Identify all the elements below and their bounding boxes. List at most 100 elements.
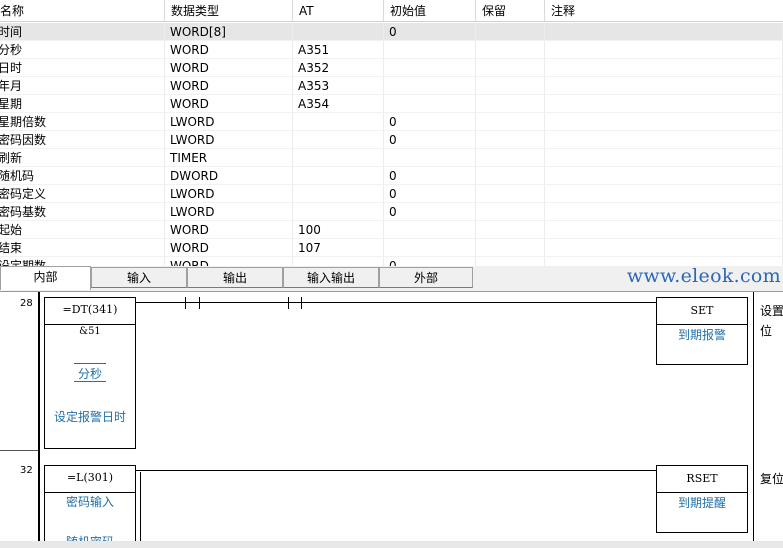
- cell-name[interactable]: 密码因数: [0, 131, 165, 149]
- cell-name[interactable]: 日时: [0, 59, 165, 77]
- cell-datatype[interactable]: WORD: [165, 41, 293, 59]
- column-header-name[interactable]: 名称: [0, 0, 165, 21]
- cell-at[interactable]: [293, 203, 384, 221]
- reset-coil-block[interactable]: RSET 到期提醒: [656, 465, 748, 533]
- cell-datatype[interactable]: WORD[8]: [165, 23, 293, 41]
- table-row[interactable]: 星期 WORD A354: [0, 95, 783, 113]
- cell-datatype[interactable]: WORD: [165, 95, 293, 113]
- cell-retain[interactable]: [476, 239, 545, 257]
- cell-name[interactable]: 星期倍数: [0, 113, 165, 131]
- column-header-initial-value[interactable]: 初始值: [384, 0, 476, 21]
- cell-name[interactable]: 设定期数: [0, 257, 165, 266]
- cell-retain[interactable]: [476, 41, 545, 59]
- cell-initial-value[interactable]: [384, 41, 476, 59]
- cell-datatype[interactable]: WORD: [165, 77, 293, 95]
- cell-retain[interactable]: [476, 221, 545, 239]
- cell-comment[interactable]: [545, 77, 783, 95]
- tab-external[interactable]: 外部: [379, 267, 473, 288]
- cell-comment[interactable]: [545, 59, 783, 77]
- column-header-at[interactable]: AT: [293, 0, 384, 21]
- cell-datatype[interactable]: DWORD: [165, 167, 293, 185]
- set-coil-block[interactable]: SET 到期报警: [656, 297, 748, 365]
- cell-comment[interactable]: [545, 113, 783, 131]
- table-row[interactable]: 起始 WORD 100: [0, 221, 783, 239]
- cell-at[interactable]: A354: [293, 95, 384, 113]
- cell-name[interactable]: 年月: [0, 77, 165, 95]
- cell-name[interactable]: 分秒: [0, 41, 165, 59]
- cell-datatype[interactable]: LWORD: [165, 113, 293, 131]
- table-row[interactable]: 刷新 TIMER: [0, 149, 783, 167]
- cell-comment[interactable]: [545, 149, 783, 167]
- cell-retain[interactable]: [476, 23, 545, 41]
- cell-at[interactable]: [293, 257, 384, 266]
- cell-datatype[interactable]: WORD: [165, 221, 293, 239]
- cell-at[interactable]: [293, 23, 384, 41]
- cell-initial-value[interactable]: [384, 77, 476, 95]
- cell-at[interactable]: A352: [293, 59, 384, 77]
- cell-datatype[interactable]: LWORD: [165, 185, 293, 203]
- table-row[interactable]: 星期倍数 LWORD 0: [0, 113, 783, 131]
- tab-inout[interactable]: 输入输出: [283, 267, 379, 288]
- table-row[interactable]: 密码定义 LWORD 0: [0, 185, 783, 203]
- tab-input[interactable]: 输入: [91, 267, 187, 288]
- cell-datatype[interactable]: LWORD: [165, 203, 293, 221]
- cell-at[interactable]: 107: [293, 239, 384, 257]
- cell-comment[interactable]: [545, 239, 783, 257]
- cell-retain[interactable]: [476, 185, 545, 203]
- table-row[interactable]: 随机码 DWORD 0: [0, 167, 783, 185]
- table-row[interactable]: 分秒 WORD A351: [0, 41, 783, 59]
- table-row[interactable]: 密码基数 LWORD 0: [0, 203, 783, 221]
- cell-comment[interactable]: [545, 203, 783, 221]
- cell-at[interactable]: 100: [293, 221, 384, 239]
- cell-name[interactable]: 随机码: [0, 167, 165, 185]
- cell-comment[interactable]: [545, 95, 783, 113]
- cell-datatype[interactable]: WORD: [165, 257, 293, 266]
- cell-initial-value[interactable]: [384, 149, 476, 167]
- cell-retain[interactable]: [476, 77, 545, 95]
- cell-retain[interactable]: [476, 95, 545, 113]
- cell-initial-value[interactable]: 0: [384, 131, 476, 149]
- cell-initial-value[interactable]: 0: [384, 185, 476, 203]
- cell-retain[interactable]: [476, 113, 545, 131]
- cell-initial-value[interactable]: [384, 239, 476, 257]
- compare-function-block[interactable]: =L(301) 密码输入 随机密码: [44, 465, 136, 548]
- cell-comment[interactable]: [545, 23, 783, 41]
- cell-comment[interactable]: [545, 221, 783, 239]
- cell-name[interactable]: 结束: [0, 239, 165, 257]
- cell-retain[interactable]: [476, 167, 545, 185]
- cell-at[interactable]: A351: [293, 41, 384, 59]
- table-row[interactable]: 结束 WORD 107: [0, 239, 783, 257]
- cell-initial-value[interactable]: [384, 59, 476, 77]
- cell-initial-value[interactable]: 0: [384, 23, 476, 41]
- cell-retain[interactable]: [476, 203, 545, 221]
- cell-at[interactable]: [293, 167, 384, 185]
- tab-output[interactable]: 输出: [187, 267, 283, 288]
- cell-datatype[interactable]: TIMER: [165, 149, 293, 167]
- cell-initial-value[interactable]: [384, 221, 476, 239]
- cell-name[interactable]: 星期: [0, 95, 165, 113]
- table-row[interactable]: 日时 WORD A352: [0, 59, 783, 77]
- cell-datatype[interactable]: WORD: [165, 239, 293, 257]
- cell-retain[interactable]: [476, 59, 545, 77]
- cell-at[interactable]: [293, 113, 384, 131]
- column-header-retain[interactable]: 保留: [476, 0, 545, 21]
- ladder-editor[interactable]: 28 =DT(341) &51 分秒 设定报警日时 SET 到期报警 设置位 3…: [0, 291, 783, 548]
- cell-initial-value[interactable]: 0: [384, 167, 476, 185]
- cell-comment[interactable]: [545, 131, 783, 149]
- cell-at[interactable]: [293, 185, 384, 203]
- cell-name[interactable]: 刷新: [0, 149, 165, 167]
- table-row[interactable]: 密码因数 LWORD 0: [0, 131, 783, 149]
- cell-name[interactable]: 密码定义: [0, 185, 165, 203]
- cell-name[interactable]: 时间: [0, 23, 165, 41]
- cell-at[interactable]: A353: [293, 77, 384, 95]
- tab-internal[interactable]: 内部: [0, 266, 91, 290]
- cell-retain[interactable]: [476, 149, 545, 167]
- cell-comment[interactable]: [545, 185, 783, 203]
- compare-function-block[interactable]: =DT(341) &51 分秒 设定报警日时: [44, 297, 136, 449]
- column-header-comment[interactable]: 注释: [545, 0, 783, 21]
- cell-comment[interactable]: [545, 41, 783, 59]
- cell-initial-value[interactable]: [384, 95, 476, 113]
- cell-retain[interactable]: [476, 257, 545, 266]
- cell-name[interactable]: 起始: [0, 221, 165, 239]
- cell-datatype[interactable]: LWORD: [165, 131, 293, 149]
